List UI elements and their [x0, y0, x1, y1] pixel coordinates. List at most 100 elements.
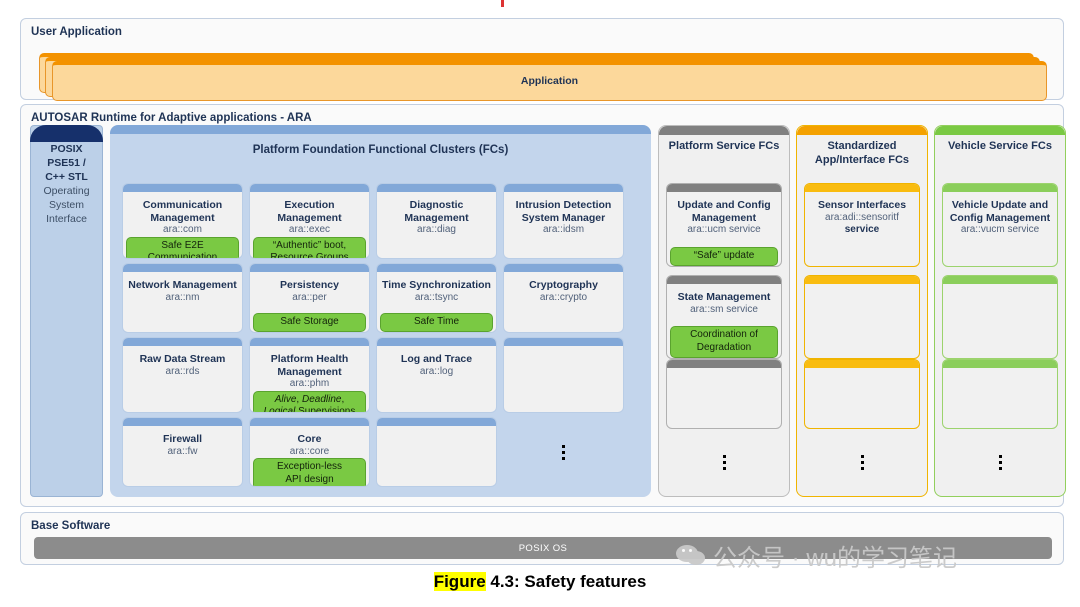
card-namespace: ara::sm service — [690, 303, 758, 315]
card-body — [943, 284, 1057, 358]
safety-feature-chip: Safe E2E Communication — [126, 236, 239, 258]
card-namespace: ara::nm — [165, 291, 200, 303]
card-title: Intrusion Detection System Manager — [515, 199, 612, 224]
card-accent-bar — [805, 184, 919, 192]
card-accent-bar — [377, 338, 496, 346]
veh-card-empty-3 — [942, 359, 1058, 429]
card-body: State Management ara::sm service Coordinat… — [667, 284, 781, 358]
card-namespace: ara::rds — [165, 365, 200, 377]
card-body: Intrusion Detection System Manager ara::id… — [504, 192, 623, 258]
card-accent-bar — [250, 338, 369, 346]
card-namespace: ara::vucm service — [960, 224, 1040, 235]
fc-card-firewall: Firewall ara::fw — [122, 417, 243, 487]
fc-card-cryptography: Cryptography ara::crypto — [503, 263, 624, 333]
column-cap-foundation — [110, 125, 651, 134]
card-body: Core ara::core Exception-less API design — [250, 426, 369, 486]
card-namespace: ara:adi::sensoritf service — [825, 211, 899, 236]
std-card-empty-3 — [804, 359, 920, 429]
safety-feature-chip: Exception-less API design — [253, 458, 366, 486]
card-namespace: ara::ucm service — [687, 224, 761, 235]
card-namespace: ara::per — [292, 291, 327, 303]
card-title: Time Synchronization — [382, 279, 491, 291]
card-accent-bar — [377, 184, 496, 192]
card-accent-bar — [943, 184, 1057, 192]
ellipsis-platform-service — [666, 435, 782, 489]
application-card-stack: Application — [39, 53, 1047, 101]
card-accent-bar — [504, 338, 623, 346]
card-namespace: ara::com — [163, 224, 202, 235]
posix-line-4: Operating — [43, 185, 90, 197]
fc-card-intrusion-detection: Intrusion Detection System Manager ara::id… — [503, 183, 624, 259]
card-title: Update and Config Management — [677, 199, 771, 224]
veh-card-vehicle-update-and: Vehicle Update and Config Management ara::… — [942, 183, 1058, 267]
card-body: Log and Trace ara::log — [377, 346, 496, 412]
fc-card-empty-r3c4 — [503, 337, 624, 413]
safety-feature-chip: Alive, Deadline, Logical Supervisions — [253, 390, 366, 412]
card-title: Network Management — [128, 279, 237, 291]
card-body: Sensor Interfaces ara:adi::sensoritf serv… — [805, 192, 919, 266]
svc-card-update-and-config: Update and Config Management ara::ucm serv… — [666, 183, 782, 267]
card-body: Cryptography ara::crypto — [504, 272, 623, 332]
card-body: Platform Health Management ara::phm Alive, … — [250, 346, 369, 412]
posix-line-3: C++ STL — [45, 171, 88, 183]
card-body — [504, 346, 623, 412]
column-cap-vehicle-service — [935, 126, 1065, 135]
page-artifact-dot — [501, 0, 504, 7]
card-accent-bar — [123, 418, 242, 426]
card-title: Log and Trace — [400, 353, 473, 365]
base-software-title: Base Software — [31, 520, 111, 532]
figure-caption: Figure 4.3: Safety features — [0, 572, 1080, 592]
card-body: Diagnostic Management ara::diag — [377, 192, 496, 258]
fc-card-log-and-trace: Log and Trace ara::log — [376, 337, 497, 413]
card-body: Firewall ara::fw — [123, 426, 242, 486]
card-body: Execution Management ara::exec “Authentic”… — [250, 192, 369, 258]
column-cap-standardized — [797, 126, 927, 135]
card-title: Firewall — [162, 433, 203, 445]
card-title: Diagnostic Management — [404, 199, 469, 224]
card-title: Communication Management — [142, 199, 223, 224]
posix-line-5: System — [48, 199, 84, 211]
fc-card-network-management: Network Management ara::nm — [122, 263, 243, 333]
fc-card-platform-health: Platform Health Management ara::phm Alive, … — [249, 337, 370, 413]
card-namespace: ara::phm — [289, 378, 330, 389]
card-body: Communication Management ara::com Safe E2E C… — [123, 192, 242, 258]
card-title: Persistency — [280, 279, 339, 291]
veh-card-empty-2 — [942, 275, 1058, 359]
card-accent-bar — [667, 276, 781, 284]
fc-card-raw-data-stream: Raw Data Stream ara::rds — [122, 337, 243, 413]
card-accent-bar — [377, 418, 496, 426]
card-namespace: ara::exec — [288, 224, 331, 235]
card-accent-bar — [250, 184, 369, 192]
card-body: Vehicle Update and Config Management ara::… — [943, 192, 1057, 266]
safety-feature-chip: Safe Time — [380, 312, 493, 332]
posix-cap — [30, 125, 103, 142]
card-title: Sensor Interfaces — [817, 199, 907, 211]
card-accent-bar — [805, 360, 919, 368]
card-accent-bar — [123, 184, 242, 192]
card-title: Execution Management — [277, 199, 342, 224]
card-title: Vehicle Update and Config Management — [949, 199, 1051, 224]
card-title: State Management — [677, 291, 771, 303]
card-namespace: ara::log — [419, 365, 454, 377]
figure-canvas: User Application Application AUTOSAR Run… — [0, 0, 1080, 607]
ara-title: AUTOSAR Runtime for Adaptive application… — [31, 112, 312, 124]
svc-card-empty-3 — [666, 359, 782, 429]
card-namespace: ara::idsm — [542, 224, 585, 235]
card-accent-bar — [667, 360, 781, 368]
card-body — [943, 368, 1057, 428]
posix-line-6: Interface — [46, 213, 87, 225]
card-title: Core — [297, 433, 322, 445]
ellipsis-foundation — [503, 417, 624, 487]
posix-line-2: PSE51 / — [47, 157, 86, 169]
card-namespace: ara::fw — [167, 445, 198, 457]
safety-feature-chip: “Safe” update — [670, 246, 778, 266]
fc-card-diagnostic: Diagnostic Management ara::diag — [376, 183, 497, 259]
card-body: Persistency ara::per Safe Storage — [250, 272, 369, 332]
card-accent-bar — [123, 264, 242, 272]
fc-card-core: Core ara::core Exception-less API design — [249, 417, 370, 487]
card-body — [667, 368, 781, 428]
card-accent-bar — [667, 184, 781, 192]
card-body: Update and Config Management ara::ucm serv… — [667, 192, 781, 266]
base-software-panel: Base Software POSIX OS — [20, 512, 1064, 565]
fc-card-empty-r4c3 — [376, 417, 497, 487]
